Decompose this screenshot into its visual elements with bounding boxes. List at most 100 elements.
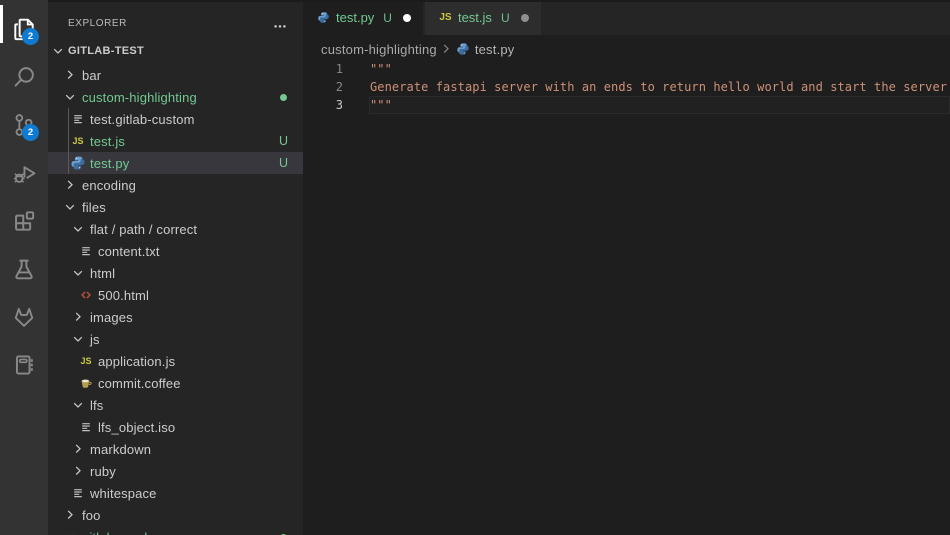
tree-item-content-txt[interactable]: content.txt <box>48 240 303 262</box>
tab-test-py[interactable]: test.pyU <box>303 0 423 35</box>
chevron-down-icon <box>50 43 66 59</box>
tree-item-test-js[interactable]: JStest.jsU <box>48 130 303 152</box>
tab-label: test.py <box>336 10 374 25</box>
chevron-right-icon <box>438 41 454 57</box>
tab-git-badge: U <box>501 11 510 25</box>
tree-item-label: markdown <box>90 442 151 457</box>
activity-item-run-debug[interactable] <box>0 149 48 197</box>
tree-item-encoding[interactable]: encoding <box>48 174 303 196</box>
chevron-down-icon <box>70 265 86 281</box>
tree-item-custom-highlighting[interactable]: custom-highlighting <box>48 86 303 108</box>
tree-item-ruby[interactable]: ruby <box>48 460 303 482</box>
tree-item-label: application.js <box>98 354 175 369</box>
tree-item-html[interactable]: html <box>48 262 303 284</box>
git-untracked-badge: U <box>279 156 288 170</box>
tree-item-markdown[interactable]: markdown <box>48 438 303 460</box>
code-line-1[interactable]: 1 """ <box>303 60 950 78</box>
tab-bar: test.pyU JS test.js U <box>303 0 950 35</box>
activity-bar: 22 <box>0 0 48 535</box>
tree-item-label: foo <box>82 508 101 523</box>
tree-item-whitespace[interactable]: whitespace <box>48 482 303 504</box>
tree-item-label: ruby <box>90 464 116 479</box>
breadcrumb: custom-highlighting test.py <box>303 35 950 60</box>
tree-item-js[interactable]: js <box>48 328 303 350</box>
code-text: """ <box>370 96 392 114</box>
activity-badge: 2 <box>22 28 39 45</box>
tree-item-foo[interactable]: foo <box>48 504 303 526</box>
sidebar-title: EXPLORER <box>68 18 127 29</box>
tree-root-gitlab-test[interactable]: GITLAB-TEST <box>48 40 303 62</box>
file-js: JS <box>439 11 452 24</box>
tree-item-label: test.py <box>90 156 129 171</box>
tree-item-lfs-object-iso[interactable]: lfs_object.iso <box>48 416 303 438</box>
tree-item-label: html <box>90 266 115 281</box>
chevron-right-icon <box>70 309 86 325</box>
chevron-right-icon <box>70 441 86 457</box>
file-coffee <box>78 375 94 391</box>
tree-item-flat-path-correct[interactable]: flat / path / correct <box>48 218 303 240</box>
file-text <box>78 243 94 259</box>
file-tree: GITLAB-TEST bar custom-highlighting test.gi… <box>48 40 303 535</box>
chevron-down-icon <box>70 221 86 237</box>
chevron-right-icon <box>70 463 86 479</box>
file-text <box>70 485 86 501</box>
tab-modified-dot[interactable] <box>403 14 411 22</box>
code-line-2[interactable]: 2 Generate fastapi server with an ends to… <box>303 78 950 96</box>
activity-item-extensions[interactable] <box>0 197 48 245</box>
tree-item-label: js <box>90 332 100 347</box>
tree-item-label: content.txt <box>98 244 160 259</box>
tree-item-commit-coffee[interactable]: commit.coffee <box>48 372 303 394</box>
tab-modified-dot[interactable] <box>521 14 529 22</box>
tree-item-bar[interactable]: bar <box>48 64 303 86</box>
tree-item-test-py[interactable]: test.py U <box>48 152 303 174</box>
more-actions-icon[interactable] <box>272 18 288 34</box>
debug-icon <box>12 161 36 185</box>
git-untracked-badge: U <box>279 134 288 148</box>
file-python <box>317 11 330 24</box>
breadcrumb-folder[interactable]: custom-highlighting <box>321 42 437 57</box>
file-python <box>456 42 470 56</box>
active-indicator <box>0 5 3 43</box>
activity-item-testing[interactable] <box>0 245 48 293</box>
tree-item-files[interactable]: files <box>48 196 303 218</box>
chevron-down-icon <box>70 397 86 413</box>
line-number: 3 <box>303 96 343 114</box>
activity-item-notebook[interactable] <box>0 341 48 389</box>
code-area[interactable]: 1 """ 2 Generate fastapi server with an end… <box>303 60 950 535</box>
code-line-3[interactable]: 3 """ <box>303 96 950 114</box>
chevron-down-icon <box>70 331 86 347</box>
activity-item-explorer[interactable]: 2 <box>0 5 48 53</box>
tree-item-test-gitlab-custom[interactable]: test.gitlab-custom <box>48 108 303 130</box>
activity-item-source-control[interactable]: 2 <box>0 101 48 149</box>
tree-item-label: custom-highlighting <box>82 90 197 105</box>
tab-test-js[interactable]: JS test.js U <box>425 0 541 35</box>
line-number: 1 <box>303 60 343 78</box>
tree-item-label: encoding <box>82 178 136 193</box>
tree-item-label: commit.coffee <box>98 376 181 391</box>
tree-item-images[interactable]: images <box>48 306 303 328</box>
chevron-down-icon <box>62 199 78 215</box>
tree-item-application-js[interactable]: JSapplication.js <box>48 350 303 372</box>
tree-item-label: test.js <box>90 134 125 149</box>
tab-label: test.js <box>458 10 492 25</box>
line-number: 2 <box>303 78 343 96</box>
tree-item-500-html[interactable]: 500.html <box>48 284 303 306</box>
activity-item-gitlab[interactable] <box>0 293 48 341</box>
file-text <box>78 419 94 435</box>
code-text: Generate fastapi server with an ends to … <box>370 78 947 96</box>
chevron-down-icon <box>62 89 78 105</box>
tree-item-label: GITLAB-TEST <box>68 45 144 57</box>
tree-item-lfs[interactable]: lfs <box>48 394 303 416</box>
git-modified-dot <box>280 94 287 101</box>
activity-item-search[interactable] <box>0 53 48 101</box>
explorer-sidebar: EXPLORER GITLAB-TEST bar custom-highlighti… <box>48 0 303 535</box>
code-text: """ <box>370 60 392 78</box>
activity-badge: 2 <box>22 124 39 141</box>
notebook-icon <box>12 353 36 377</box>
tree-item-label: flat / path / correct <box>90 222 197 237</box>
tree-item-label: bar <box>82 68 101 83</box>
breadcrumb-file[interactable]: test.py <box>475 42 515 57</box>
tree-item-gitlab-grack[interactable]: gitlab-grack <box>48 526 303 535</box>
activity-items: 22 <box>0 5 48 389</box>
tree-item-label: whitespace <box>90 486 157 501</box>
